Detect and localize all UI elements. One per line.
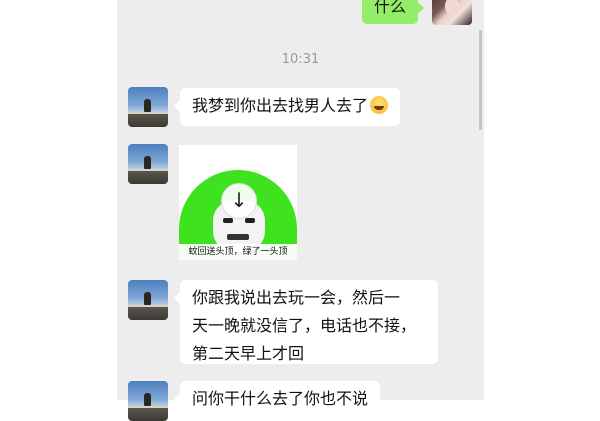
- message-text: 问你干什么去了你也不说: [192, 389, 369, 408]
- chat-scrollbar[interactable]: [479, 30, 482, 130]
- message-text: 我梦到你出去找男人去了: [192, 96, 369, 115]
- self-avatar[interactable]: [432, 0, 472, 25]
- sticker-image[interactable]: ↓ 蚊回送头顶，绿了一头顶: [179, 145, 297, 260]
- message-line: 天一晚就没信了，电话也不接，: [192, 316, 417, 335]
- self-message-bubble[interactable]: 什么: [362, 0, 424, 24]
- message-line: 第二天早上才回: [192, 344, 305, 363]
- self-message-text: 什么: [374, 0, 407, 16]
- contact-avatar[interactable]: [128, 144, 168, 184]
- contact-avatar[interactable]: [128, 87, 168, 127]
- contact-avatar[interactable]: [128, 381, 168, 421]
- download-arrow-icon[interactable]: ↓: [221, 183, 257, 219]
- sticker-caption: 蚊回送头顶，绿了一头顶: [179, 244, 297, 260]
- message-bubble[interactable]: 我梦到你出去找男人去了: [173, 88, 401, 126]
- message-line: 你跟我说出去玩一会，然后一: [192, 288, 401, 307]
- message-timestamp: 10:31: [281, 52, 320, 67]
- message-bubble[interactable]: 你跟我说出去玩一会，然后一 天一晚就没信了，电话也不接， 第二天早上才回: [174, 280, 438, 364]
- grinning-sweat-emoji-icon: [370, 96, 389, 114]
- message-bubble[interactable]: 问你干什么去了你也不说: [173, 381, 381, 419]
- contact-avatar[interactable]: [128, 280, 168, 320]
